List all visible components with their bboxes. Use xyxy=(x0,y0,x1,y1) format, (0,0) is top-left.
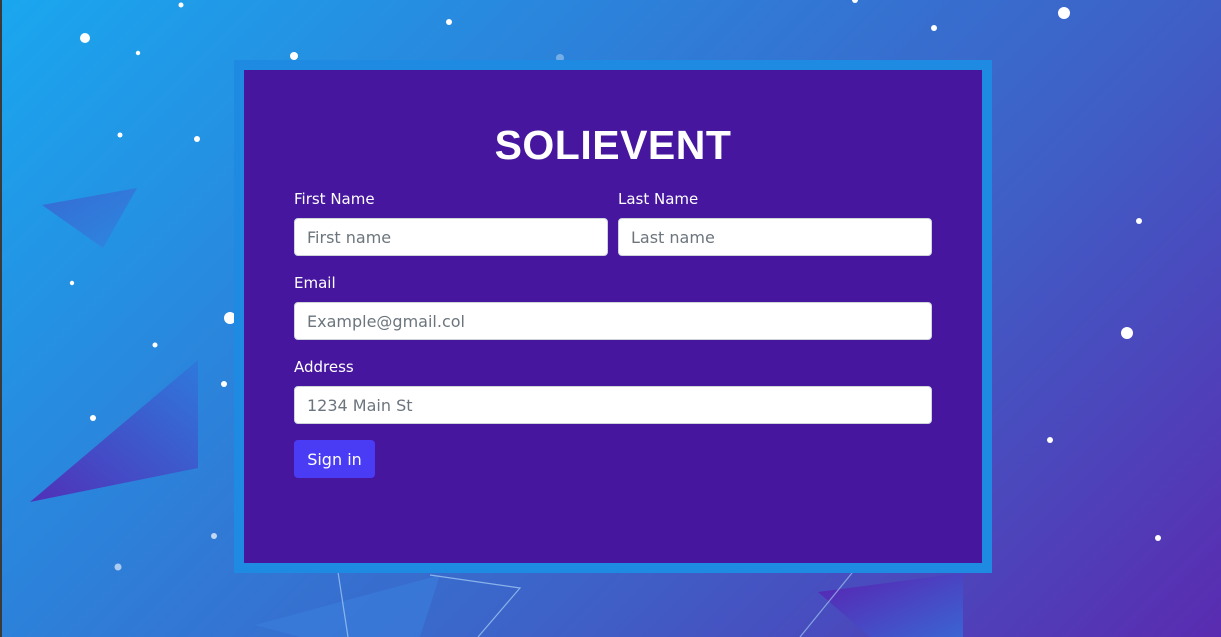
sign-in-button[interactable]: Sign in xyxy=(294,440,375,478)
decor-triangle xyxy=(818,573,963,637)
first-name-label: First Name xyxy=(294,190,375,208)
brand-title: SOLIEVENT xyxy=(494,122,732,168)
last-name-input[interactable] xyxy=(618,218,932,256)
email-input[interactable] xyxy=(294,302,932,340)
decor-triangle xyxy=(255,575,440,637)
address-label: Address xyxy=(294,358,354,376)
last-name-label: Last Name xyxy=(618,190,699,208)
address-input[interactable] xyxy=(294,386,932,424)
decor-triangle xyxy=(30,360,198,502)
decor-line xyxy=(429,574,522,637)
decor-triangle xyxy=(42,188,137,248)
email-label: Email xyxy=(294,274,336,292)
signup-form: SOLIEVENT First Name Last Name Email Add… xyxy=(244,70,982,563)
first-name-input[interactable] xyxy=(294,218,608,256)
